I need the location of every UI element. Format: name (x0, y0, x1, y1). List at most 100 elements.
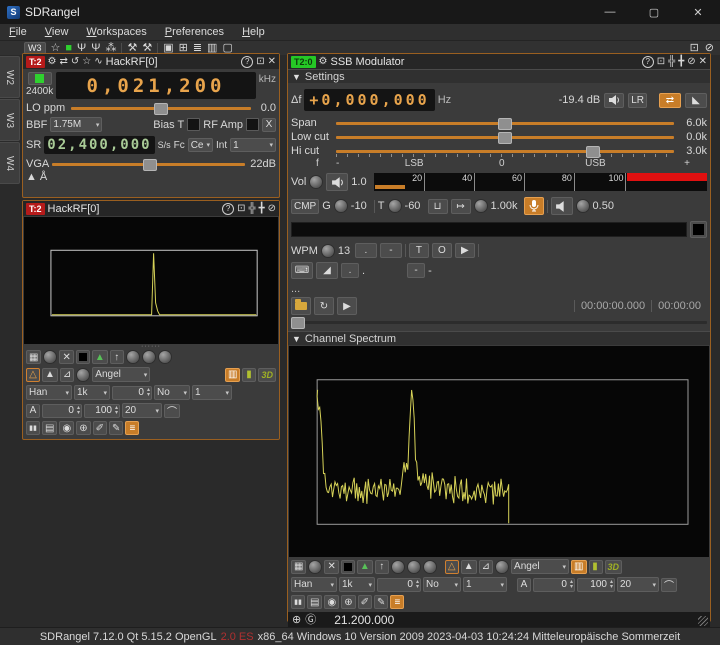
hide-icon[interactable]: ⊘ (687, 56, 695, 68)
waterfall-dial[interactable] (406, 559, 421, 574)
move-to-workspace-icon[interactable]: ⊡ (256, 56, 264, 68)
measure-icon[interactable]: ✐ (92, 421, 107, 435)
autoscale-button[interactable]: A (26, 403, 40, 418)
filter-icon[interactable]: ⊔ (427, 198, 448, 214)
splitter-handle[interactable]: ······ (23, 343, 279, 350)
playback-position-slider[interactable] (291, 317, 707, 329)
cw-play-icon[interactable]: ▶ (454, 243, 475, 258)
hide-icon[interactable]: ⊘ (268, 203, 276, 215)
record-icon[interactable]: ◉ (59, 421, 75, 435)
shrink-icon[interactable]: ╬ (248, 203, 255, 215)
mic-input-icon[interactable] (523, 197, 544, 215)
menu-file[interactable]: File (0, 26, 36, 38)
vga-slider[interactable] (52, 158, 245, 171)
cw-text-button[interactable]: T (408, 243, 429, 258)
low-cut-slider[interactable] (336, 131, 674, 144)
averaging-mode-dropdown[interactable]: No ▾ (423, 577, 461, 592)
slider-thumb[interactable] (153, 102, 168, 115)
waterfall-display-icon[interactable]: ▮ (242, 367, 257, 382)
keyboard-keyer-icon[interactable]: ⌨ (291, 262, 313, 279)
averaging-count-dropdown[interactable]: 1 ▾ (192, 385, 232, 400)
range-spinner[interactable]: 100 ▴ ▾ (577, 577, 615, 592)
span-slider[interactable] (336, 117, 674, 130)
histogram-mode-icon[interactable]: △ (26, 367, 40, 382)
int-dropdown[interactable]: 1 ▾ (230, 138, 276, 152)
log-scale-icon[interactable]: ⌒ (164, 403, 180, 418)
slider-thumb[interactable] (498, 117, 513, 130)
fft-size-dropdown[interactable]: 1k ▾ (74, 385, 110, 400)
bandwidth-dial[interactable] (473, 199, 488, 213)
decay-dial[interactable] (422, 559, 437, 574)
filled-trace-icon[interactable]: ▲ (42, 367, 58, 382)
wpm-dial[interactable] (320, 243, 335, 258)
maximize-button[interactable]: ▢ (632, 0, 676, 24)
workspace-tab-w2[interactable]: W2 (0, 56, 20, 98)
line-trace-icon[interactable]: ⊿ (478, 559, 494, 574)
samplerate-dial[interactable]: 02,400,000 (44, 136, 155, 154)
measure-icon[interactable]: ✐ (357, 595, 372, 609)
x-button[interactable]: X (262, 117, 276, 132)
crosshair-marker-icon[interactable]: ⊕ (341, 595, 356, 609)
channel-spectrum-display[interactable] (289, 346, 709, 557)
gear-icon[interactable]: ⚙ (319, 56, 328, 68)
trace-intensity-dial[interactable] (125, 350, 140, 364)
list-icon[interactable]: ≡ (125, 421, 140, 435)
spectrum-display-icon[interactable]: ▥ (571, 559, 587, 574)
menu-workspaces[interactable]: Workspaces (77, 26, 155, 38)
3d-spectrogram-icon[interactable]: 3D (258, 367, 276, 382)
star-icon[interactable]: ☆ (82, 56, 91, 68)
autoscale-button[interactable]: A (517, 577, 531, 592)
list-icon[interactable]: ≡ (390, 595, 405, 609)
workspace-tab-w3[interactable]: W3 (0, 99, 20, 141)
gradient-icon[interactable]: ▲ (356, 559, 373, 574)
waterfall-dial[interactable] (141, 350, 156, 364)
menu-view[interactable]: View (36, 26, 78, 38)
feedback-volume-dial[interactable] (575, 199, 590, 213)
line-trace-icon[interactable]: ⊿ (59, 367, 75, 382)
gradient-icon[interactable]: ▲ (91, 350, 108, 364)
crosshair-marker-icon[interactable]: ⊕ (76, 421, 91, 435)
freeze-icon[interactable]: ▮▮ (291, 595, 305, 609)
ref-level-spinner[interactable]: 0 ▴ ▾ (42, 403, 82, 418)
spin-down-icon[interactable]: ▾ (570, 584, 573, 590)
trace-dial[interactable] (76, 367, 91, 382)
close-icon[interactable]: ✕ (699, 56, 707, 68)
dsb-toggle-icon[interactable]: ◣ (685, 92, 707, 108)
max-hold-icon[interactable]: ↑ (109, 350, 124, 364)
help-icon[interactable]: ? (222, 202, 235, 215)
fc-dropdown[interactable]: Ce ▾ (187, 138, 214, 152)
record-icon[interactable]: ◉ (324, 595, 340, 609)
start-stop-button[interactable] (27, 72, 52, 85)
help-icon[interactable]: ? (241, 55, 254, 68)
bbf-dropdown[interactable]: 1.75M ▾ (50, 117, 103, 132)
gear-icon[interactable]: ⚙ (48, 56, 57, 68)
cw-dot-button[interactable]: . (354, 243, 377, 258)
key-dot-button[interactable]: . (341, 263, 359, 278)
fft-window-dropdown[interactable]: Han ▾ (26, 385, 72, 400)
3d-spectrogram-icon[interactable]: 3D (604, 559, 623, 574)
device-panel-header[interactable]: T:2 ⚙ ⇄ ↺ ☆ ∿ HackRF[0] ? ⊡ ✕ (23, 54, 279, 69)
slider-thumb[interactable] (498, 131, 513, 144)
save-spectrum-icon[interactable]: ▤ (42, 421, 58, 435)
bias-t-checkbox[interactable] (187, 118, 201, 131)
menu-help[interactable]: Help (233, 26, 274, 38)
workspace-tab-w4[interactable]: W4 (0, 142, 20, 184)
delta-f-dial[interactable]: +0,000,000 (304, 89, 435, 111)
background-color-button[interactable] (340, 559, 355, 574)
rf-amp-checkbox[interactable] (246, 118, 259, 131)
spectrum-panel-header[interactable]: T:2 HackRF[0] ? ⊡ ╬ ╋ ⊘ (23, 201, 279, 216)
loop-playback-icon[interactable]: ↻ (314, 297, 334, 315)
antenna-icon[interactable]: Å (40, 171, 47, 183)
fft-overlap-spinner[interactable]: 0 ▴ ▾ (377, 577, 421, 592)
fft-window-dropdown[interactable]: Han ▾ (291, 577, 337, 592)
morse-key-icon[interactable]: ◢ (316, 262, 338, 279)
freq-zoom-reset-icon[interactable]: Ⓖ (305, 614, 316, 626)
expand-icon[interactable]: ╋ (259, 203, 265, 215)
settings-collapse-header[interactable]: ▼ Settings (288, 69, 710, 83)
gain-dial[interactable] (333, 199, 348, 213)
trace-dial[interactable] (495, 559, 510, 574)
spin-down-icon[interactable]: ▾ (115, 410, 118, 416)
grid-icon[interactable]: ▦ (26, 350, 42, 364)
fft-overlap-spinner[interactable]: 0 ▴ ▾ (112, 385, 152, 400)
audio-select-button[interactable] (690, 221, 707, 238)
